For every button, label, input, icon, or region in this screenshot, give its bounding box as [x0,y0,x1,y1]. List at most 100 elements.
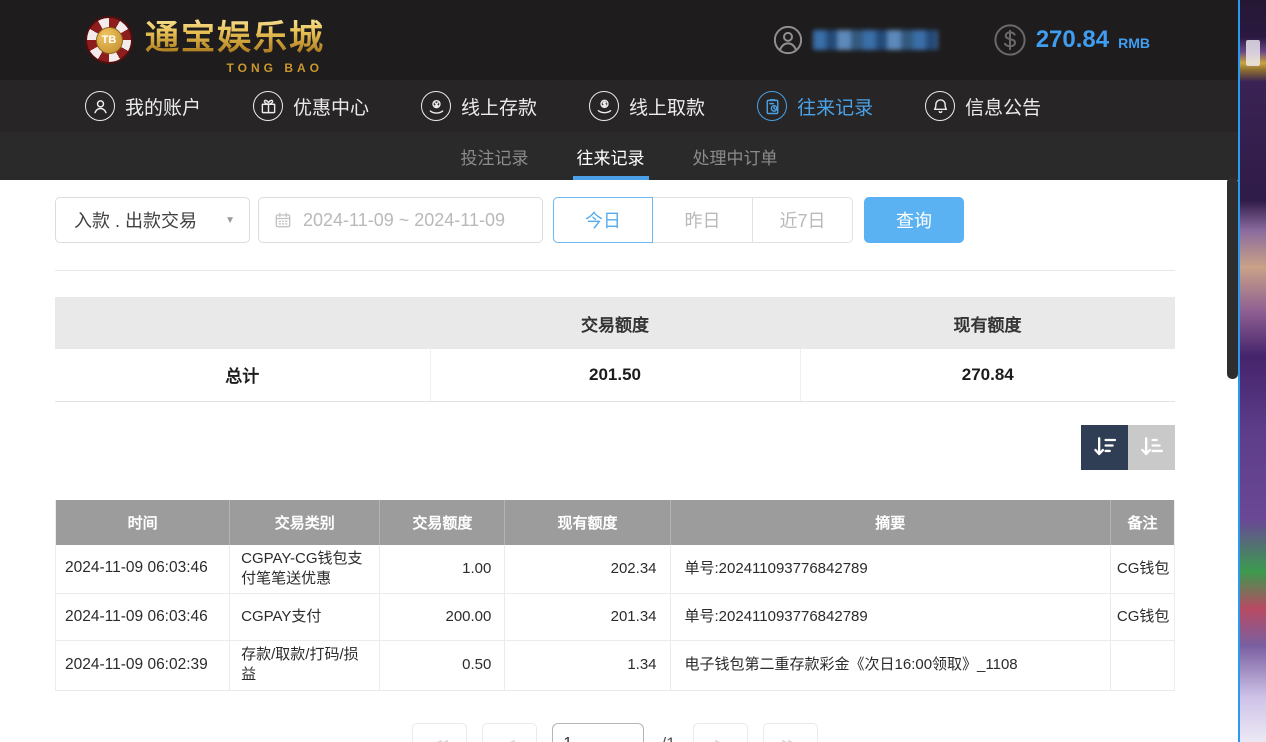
sort-controls [55,425,1175,470]
bell-icon [925,91,955,121]
page-total-label: /1 [661,734,675,742]
quick-button-yesterday[interactable]: 昨日 [653,197,753,243]
user-icon [773,25,803,55]
brand-name-en: TONG BAO [227,61,323,75]
nav-label: 我的账户 [125,93,201,120]
transaction-type-select[interactable]: 入款 . 出款交易 ▼ [55,197,250,243]
col-header-note: 备注 [1110,500,1174,545]
nav-label: 往来记录 [797,93,873,120]
cell-note [1110,641,1174,691]
nav-label: 优惠中心 [293,93,369,120]
prev-page-button[interactable]: ◀ [482,723,537,742]
user-account[interactable] [773,25,938,55]
summary-header-balance: 现有额度 [800,297,1175,349]
dollar-icon [993,23,1027,57]
summary-header-empty [55,297,430,349]
table-row: 2024-11-09 06:02:39 存款/取款/打码/损益 0.50 1.3… [56,641,1175,691]
cell-summary: 单号:202411093776842789 [670,594,1110,641]
records-header-row: 时间 交易类别 交易额度 现有额度 摘要 备注 [56,500,1175,545]
nav-label: 线上存款 [461,93,537,120]
cell-balance: 201.34 [505,594,670,641]
cell-type: CGPAY-CG钱包支付笔笔送优惠 [230,545,380,594]
chevron-down-icon: ▼ [225,215,235,226]
cell-note: CG钱包 [1110,545,1174,594]
cell-amount: 0.50 [380,641,505,691]
table-row: 2024-11-09 06:03:46 CGPAY支付 200.00 201.3… [56,594,1175,641]
sort-descending-button[interactable] [1081,425,1128,470]
background-art-partial-glyph [1246,40,1260,66]
page-select[interactable]: 1 ⌄ [552,723,644,742]
wallet-balance[interactable]: 270.84 RMB [993,23,1150,57]
col-header-amount: 交易额度 [380,500,505,545]
right-arrow-icon: ▶ [715,736,721,742]
nav-item-promotions[interactable]: 优惠中心 [253,91,369,121]
balance-amount: 270.84 [1036,26,1109,54]
cell-type: CGPAY支付 [230,594,380,641]
next-page-button[interactable]: ▶ [693,723,748,742]
sort-ascending-icon [1138,433,1166,461]
nav-item-deposit[interactable]: 线上存款 [421,91,537,121]
withdraw-icon [589,91,619,121]
col-header-balance: 现有额度 [505,500,670,545]
tab-betting-records[interactable]: 投注记录 [459,132,531,180]
main-content: 入款 . 出款交易 ▼ 2024-11-09 ~ 2024-11-09 今日 昨… [0,180,1238,742]
deposit-icon [421,91,451,121]
table-row: 2024-11-09 06:03:46 CGPAY-CG钱包支付笔笔送优惠 1.… [56,545,1175,594]
scrollbar-thumb[interactable] [1227,177,1238,379]
tab-processing-orders[interactable]: 处理中订单 [691,132,780,180]
records-icon [757,91,787,121]
casino-chip-icon: TB [85,16,133,64]
quick-date-group: 今日 昨日 近7日 [553,197,853,243]
brand-name-cn: 通宝娱乐城 [145,10,325,59]
last-page-button[interactable]: ▶▶ [763,723,818,742]
quick-button-last7days[interactable]: 近7日 [753,197,853,243]
cell-time: 2024-11-09 06:03:46 [56,545,230,594]
username-redacted [813,30,938,50]
cell-note: CG钱包 [1110,594,1174,641]
summary-total-balance: 270.84 [800,349,1175,401]
summary-total-label: 总计 [55,349,430,401]
summary-total-amount: 201.50 [430,349,800,401]
double-left-arrow-icon: ◀◀ [432,736,444,742]
section-divider [55,270,1175,271]
nav-item-withdraw[interactable]: 线上取款 [589,91,705,121]
cell-balance: 202.34 [505,545,670,594]
app-window: TB 通宝娱乐城 TONG BAO [0,0,1238,742]
nav-item-my-account[interactable]: 我的账户 [85,91,201,121]
col-header-type: 交易类别 [230,500,380,545]
gift-icon [253,91,283,121]
quick-button-today[interactable]: 今日 [553,197,653,243]
cell-summary: 电子钱包第二重存款彩金《次日16:00领取》_1108 [670,641,1110,691]
nav-item-announcements[interactable]: 信息公告 [925,91,1041,121]
sort-descending-icon [1091,433,1119,461]
main-navigation: 我的账户 优惠中心 线上存款 [0,80,1238,132]
cell-type: 存款/取款/打码/损益 [230,641,380,691]
summary-table: 交易额度 现有额度 总计 201.50 270.84 [55,297,1175,402]
chip-monogram: TB [96,27,123,54]
balance-currency: RMB [1118,35,1150,51]
brand-text: 通宝娱乐城 TONG BAO [145,10,325,71]
cell-summary: 单号:202411093776842789 [670,545,1110,594]
sort-ascending-button[interactable] [1128,425,1175,470]
top-header: TB 通宝娱乐城 TONG BAO [0,0,1238,80]
date-range-value: 2024-11-09 ~ 2024-11-09 [303,210,505,231]
pagination: ◀◀ ◀ 1 ⌄ /1 ▶ ▶▶ [55,723,1175,742]
tab-transaction-records[interactable]: 往来记录 [575,132,647,180]
record-subtabs: 投注记录 往来记录 处理中订单 [0,132,1238,180]
transaction-type-value: 入款 . 出款交易 [74,207,197,233]
date-range-picker[interactable]: 2024-11-09 ~ 2024-11-09 [258,197,543,243]
cell-amount: 200.00 [380,594,505,641]
nav-label: 信息公告 [965,93,1041,120]
nav-label: 线上取款 [629,93,705,120]
col-header-time: 时间 [56,500,230,545]
first-page-button[interactable]: ◀◀ [412,723,467,742]
brand-logo[interactable]: TB 通宝娱乐城 TONG BAO [85,10,325,71]
nav-item-transaction-records[interactable]: 往来记录 [757,91,873,121]
header-right-cluster: 270.84 RMB [773,23,1238,57]
summary-total-row: 总计 201.50 270.84 [55,349,1175,401]
query-button[interactable]: 查询 [864,197,964,243]
col-header-summary: 摘要 [670,500,1110,545]
double-right-arrow-icon: ▶▶ [782,736,794,742]
summary-header-row: 交易额度 现有额度 [55,297,1175,349]
background-art-strip [1238,0,1266,742]
